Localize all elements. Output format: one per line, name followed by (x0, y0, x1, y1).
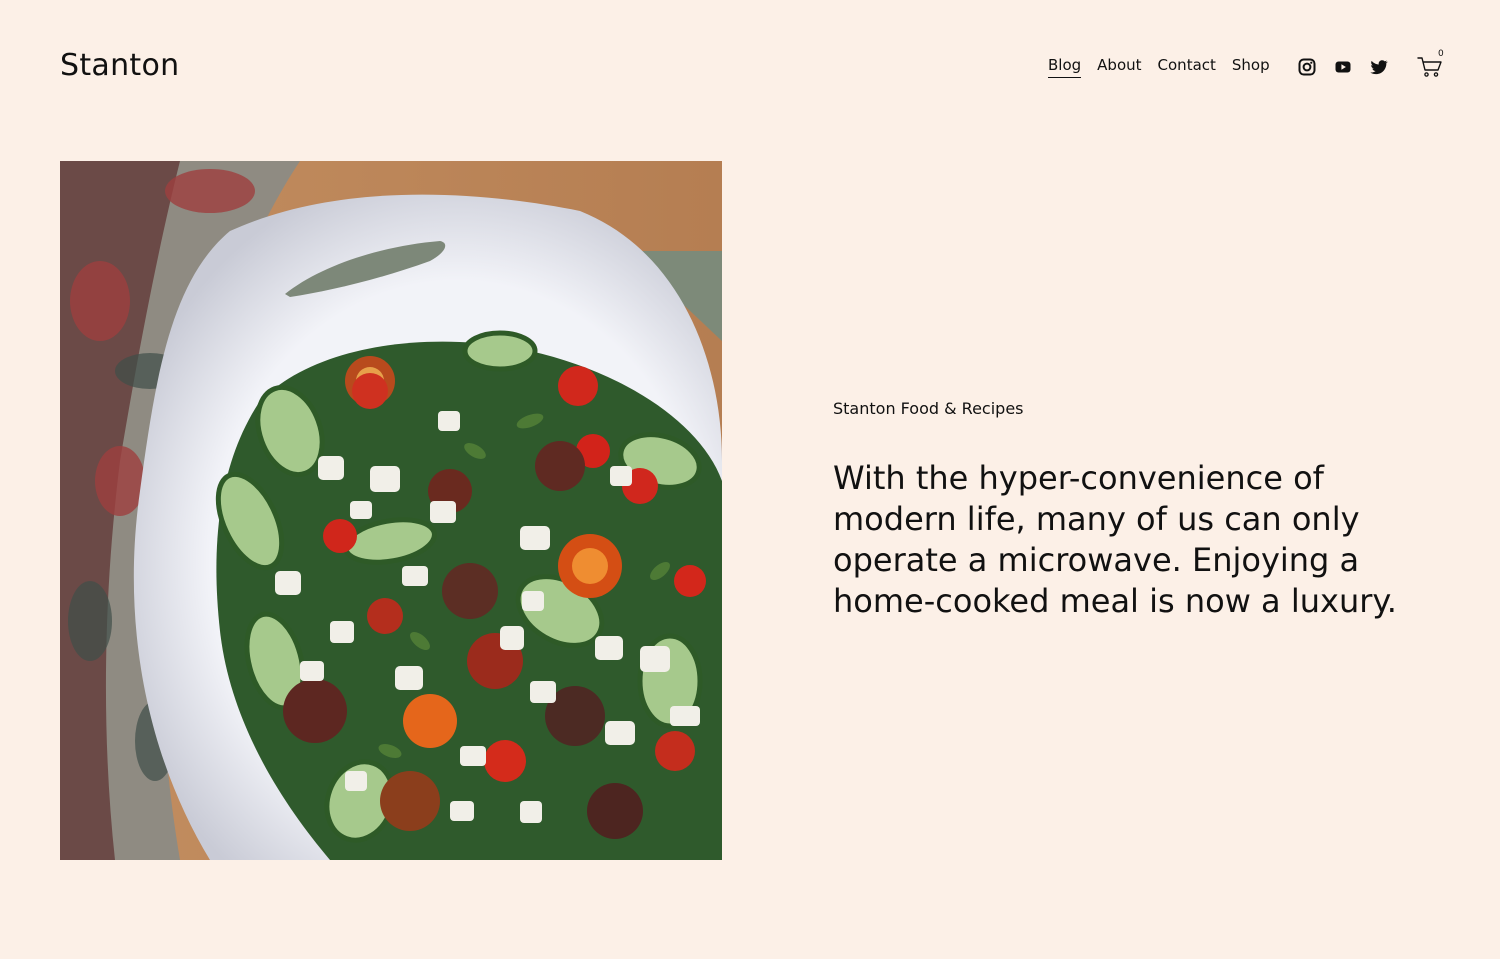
site-logo[interactable]: Stanton (60, 48, 179, 83)
nav-link-blog[interactable]: Blog (1048, 56, 1082, 78)
nav-link-shop[interactable]: Shop (1232, 56, 1270, 78)
hero-image (60, 161, 722, 860)
twitter-icon[interactable] (1369, 57, 1389, 77)
social-links (1297, 57, 1389, 77)
youtube-icon[interactable] (1333, 57, 1353, 77)
hero-headline: With the hyper-convenience of modern lif… (833, 459, 1397, 620)
instagram-icon[interactable] (1297, 57, 1317, 77)
cart-count: 0 (1438, 49, 1444, 59)
site-header: Stanton Blog About Contact Shop 0 (0, 0, 1500, 130)
hero-eyebrow: Stanton Food & Recipes (833, 399, 1024, 418)
nav-link-about[interactable]: About (1097, 56, 1141, 78)
nav-link-contact[interactable]: Contact (1158, 56, 1216, 78)
main-nav: Blog About Contact Shop (1048, 56, 1270, 78)
